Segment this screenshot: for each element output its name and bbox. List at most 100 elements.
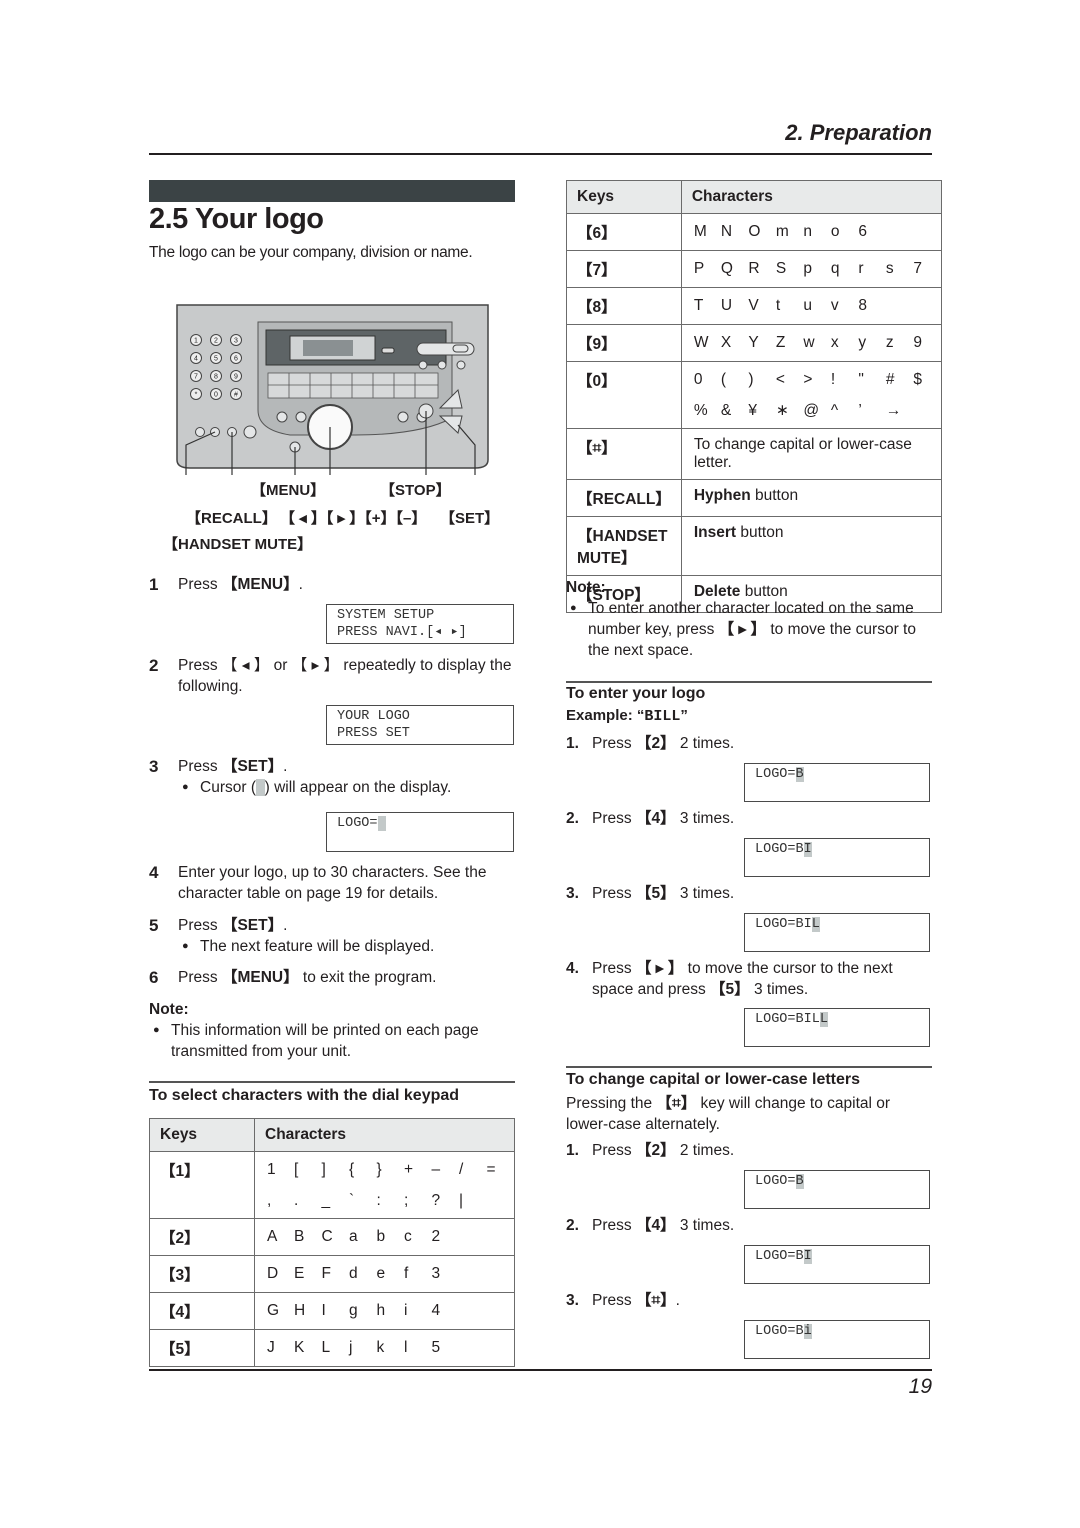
character: ] (321, 1161, 326, 1178)
callout-navi-keys: 【 ◂ 】【 ▸ 】【+】【–】 (280, 510, 427, 527)
character: r (858, 260, 864, 277)
svg-text:8: 8 (214, 374, 218, 381)
key-cell: 【2】 (149, 1218, 255, 1256)
character: : (376, 1192, 381, 1209)
table-row: 【2】 A B Ca b c 2 (149, 1218, 515, 1256)
lcd-cursor: L (811, 917, 820, 932)
intro-text: The logo can be your company, division o… (149, 244, 473, 261)
character: j (349, 1339, 353, 1356)
table-row: 【5】 J K Lj k l 5 (149, 1329, 515, 1367)
character: # (885, 371, 895, 388)
character: h (376, 1302, 386, 1319)
character: X (720, 334, 732, 351)
character: M (693, 223, 707, 240)
table-row: 【9】 W X Y Zw x y z 9 (566, 324, 942, 362)
character: / (459, 1161, 464, 1178)
character: _ (321, 1192, 331, 1209)
lcd-your-logo: YOUR LOGO PRESS SET (326, 705, 514, 745)
character: I (321, 1302, 326, 1319)
callout-set: 【SET】 (440, 510, 500, 527)
svg-text:3: 3 (234, 338, 238, 345)
character: t (775, 297, 781, 314)
character: > (803, 371, 813, 388)
character: a (349, 1228, 358, 1245)
lcd-display: LOGO=B (744, 763, 930, 802)
character: d (349, 1265, 358, 1282)
character: ` (349, 1192, 355, 1209)
character: – (431, 1161, 441, 1178)
character: y (858, 334, 867, 351)
table-row: 【4】 G H Ig h i 4 (149, 1292, 515, 1330)
character: ( (720, 371, 727, 388)
lcd-cursor: I (803, 842, 812, 857)
character: ^ (830, 402, 839, 419)
character: i (404, 1302, 408, 1319)
cursor-swatch (255, 779, 265, 796)
svg-text:6: 6 (234, 356, 238, 363)
table-row: 【8】 T U Vt u v 8 (566, 287, 942, 325)
key-cell: 【6】 (566, 213, 682, 251)
key-cell: 【HANDSET MUTE】 (566, 516, 682, 576)
character: Z (775, 334, 786, 351)
characters-cell: DEFd e f 3 (254, 1255, 515, 1293)
character: $ (913, 371, 922, 388)
character: H (294, 1302, 306, 1319)
dial-keypad-table: Keys Characters 【1】 1[]{} + – / =,. _ `:;? | 【2】 A… (149, 1118, 515, 1367)
characters-cell: ABCa b c 2 (254, 1218, 515, 1256)
lcd-display: LOGO=BI (744, 838, 930, 877)
character: → (885, 402, 902, 419)
table-row: 【3】 D E Fd e f 3 (149, 1255, 515, 1293)
svg-text:*: * (195, 392, 198, 399)
svg-text:9: 9 (234, 374, 238, 381)
character: E (294, 1265, 305, 1282)
character: l (404, 1339, 408, 1356)
table-row: 【6】 M N Om n o 6 (566, 213, 942, 251)
lcd-cursor: i (803, 1324, 812, 1339)
table-row: 【0】 0 () < >! " # $% & ¥ ∗ @ ^ ’ → (566, 361, 942, 429)
character: A (267, 1228, 278, 1245)
character: & (720, 402, 732, 419)
dial-keypad-heading: To select characters with the dial keypa… (149, 1087, 460, 1104)
character: m (775, 223, 789, 240)
characters-cell: PQRSp q r s 7 (680, 250, 942, 288)
divider (566, 1066, 932, 1068)
note-right: Note: To enter another character located… (566, 577, 932, 661)
character: P (693, 260, 705, 277)
lcd-display: LOGO=BILL (744, 1008, 930, 1047)
character: , (267, 1192, 272, 1209)
character: ) (748, 371, 754, 388)
character: u (803, 297, 812, 314)
character: ∗ (775, 402, 789, 419)
lcd-display: LOGO=Bi (744, 1320, 930, 1359)
character: ! (830, 371, 836, 388)
key-cell: 【8】 (566, 287, 682, 325)
characters-cell: TUVt u v 8 (680, 287, 942, 325)
character: v (830, 297, 839, 314)
key-cell: 【1】 (149, 1151, 255, 1219)
character: p (803, 260, 812, 277)
character: 5 (431, 1339, 441, 1356)
character: ; (404, 1192, 409, 1209)
change-case-heading: To change capital or lower-case letters (566, 1071, 861, 1088)
character: x (830, 334, 839, 351)
character: 6 (858, 223, 867, 240)
table-row: 【7】 P Q R Sp q r s 7 (566, 250, 942, 288)
svg-text:#: # (234, 392, 238, 399)
callout-recall: 【RECALL】 (186, 510, 277, 527)
character: F (321, 1265, 331, 1282)
characters-cell: MNOmn o 6 (680, 213, 942, 251)
key-cell: 【9】 (566, 324, 682, 362)
character: R (748, 260, 760, 277)
lcd-cursor: B (795, 1174, 804, 1189)
svg-text:5: 5 (214, 356, 218, 363)
character: + (404, 1161, 414, 1178)
section-label: 2. Preparation (785, 120, 932, 145)
character: N (720, 223, 733, 240)
svg-text:2: 2 (214, 338, 218, 345)
lcd-cursor: L (819, 1012, 828, 1027)
character: J (267, 1339, 275, 1356)
character: Q (720, 260, 733, 277)
characters-cell: WXYZwx y z 9 (680, 324, 942, 362)
key-cell: 【5】 (149, 1329, 255, 1367)
character: 2 (431, 1228, 441, 1245)
